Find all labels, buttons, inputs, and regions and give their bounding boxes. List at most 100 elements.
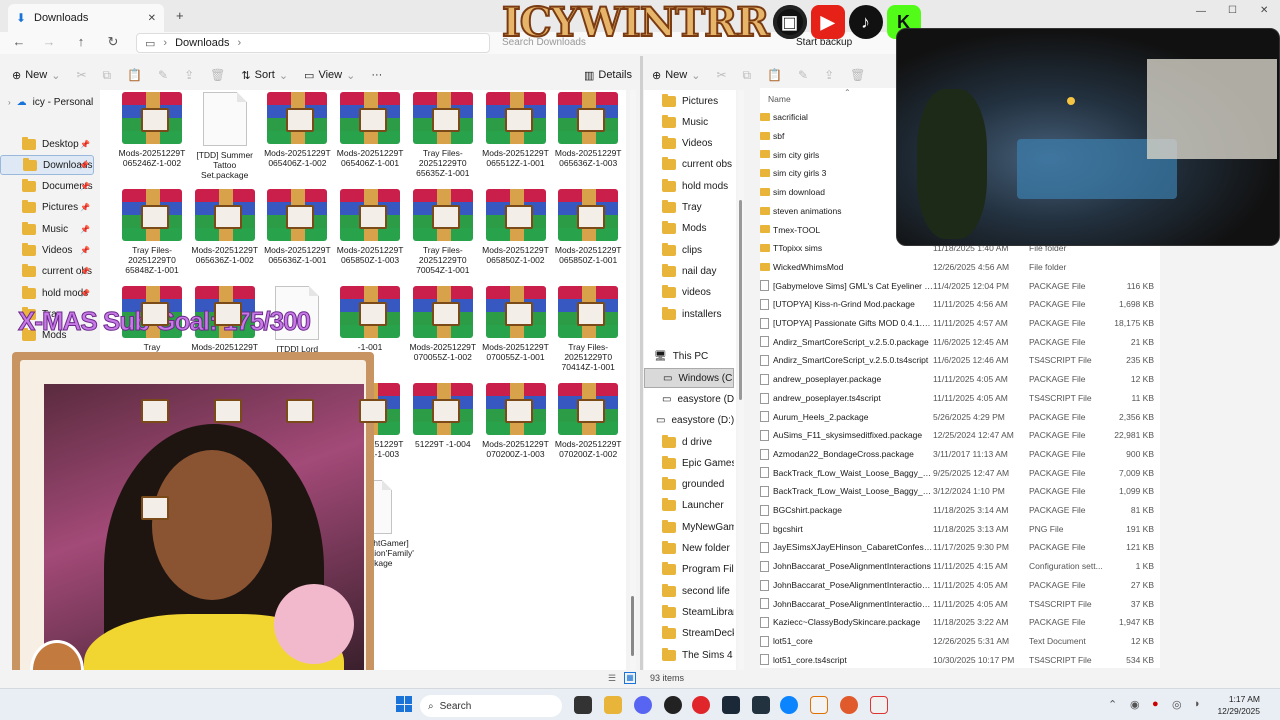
table-row[interactable]: andrew_poseplayer.package 11/11/2025 4:05… (760, 370, 1160, 389)
details-button[interactable]: ▥ Details (584, 69, 632, 82)
table-row[interactable]: Andirz_SmartCoreScript_v.2.5.0.ts4script… (760, 351, 1160, 370)
table-row[interactable]: Azmodan22_BondageCross.package 3/11/2017 … (760, 445, 1160, 464)
table-row[interactable]: bgcshirt 11/18/2025 3:13 AM PNG File 191 KB (760, 519, 1160, 538)
sidebar-item[interactable]: Launcher (644, 496, 734, 516)
table-row[interactable]: WickedWhimsMod 12/26/2025 4:56 AM File fol… (760, 258, 1160, 277)
table-row[interactable]: [UTOPYA] Kiss-n-Grind Mod.package 11/11/2… (760, 295, 1160, 314)
obs-icon[interactable] (664, 696, 682, 714)
mic-icon[interactable]: ● (1152, 698, 1159, 710)
opera-icon[interactable] (692, 696, 710, 714)
file-tile[interactable]: Mods-20251229T 070055Z-1-001 (480, 286, 552, 382)
table-row[interactable]: [UTOPYA] Passionate Gifts MOD 0.4.1.pa..… (760, 314, 1160, 333)
view-button[interactable]: ▭ View ⌄ (304, 69, 355, 82)
tile-view-icon[interactable]: ▦ (624, 672, 636, 684)
table-row[interactable]: AuSims_F11_skysimseditfixed.package 12/25… (760, 426, 1160, 445)
sidebar-item[interactable]: StreamDeck (644, 624, 734, 644)
sidebar-item[interactable]: Videos (644, 134, 734, 154)
copy-icon[interactable]: ⧉ (743, 68, 752, 83)
sidebar-item[interactable]: videos (644, 283, 734, 303)
sidebar-item[interactable]: Music 📌 (0, 219, 94, 239)
table-row[interactable]: BackTrack_fLow_Waist_Loose_Baggy_De... 9/… (760, 463, 1160, 482)
sidebar-item[interactable]: Music (644, 112, 734, 132)
snipping-tool-icon[interactable] (870, 696, 888, 714)
table-row[interactable]: JohnBaccarat_PoseAlignmentInteraction...… (760, 594, 1160, 613)
new-button[interactable]: ⊕ New ⌄ (12, 69, 60, 82)
table-row[interactable]: lot51_core.ts4script 10/30/2025 10:17 PM T… (760, 650, 1160, 669)
minimize-button[interactable]: — (1196, 6, 1206, 17)
sidebar-item[interactable]: Tray (644, 198, 734, 218)
sidebar-item[interactable]: SteamLibrary (644, 602, 734, 622)
steam-icon[interactable] (722, 696, 740, 714)
breadcrumb[interactable]: ▭ › Downloads › (136, 33, 490, 53)
table-row[interactable]: Andirz_SmartCoreScript_v.2.5.0.package 11… (760, 332, 1160, 351)
sidebar-item[interactable]: MyNewGame (644, 517, 734, 537)
file-tile[interactable]: Mods-20251229T 065636Z-1-002 (189, 189, 261, 285)
sidebar-item[interactable]: grounded (644, 475, 734, 495)
ea-icon[interactable] (840, 696, 858, 714)
app-icon[interactable] (810, 696, 828, 714)
table-row[interactable]: [Gabymelove Sims] GML's Cat Eyeliner • .… (760, 276, 1160, 295)
sidebar-scrollbar[interactable] (738, 90, 744, 670)
table-row[interactable]: Aurum_Heels_2.package 5/26/2025 4:29 PM PA… (760, 407, 1160, 426)
cut-icon[interactable]: ✂ (76, 68, 86, 82)
sidebar-item[interactable]: Mods (644, 219, 734, 239)
maximize-button[interactable]: ☐ (1228, 5, 1237, 16)
file-explorer-icon[interactable] (604, 696, 622, 714)
table-row[interactable]: JohnBaccarat_PoseAlignmentInteractions 11… (760, 557, 1160, 576)
sidebar-item[interactable]: installers (644, 304, 734, 324)
list-view-icon[interactable]: ☰ (608, 673, 616, 684)
new-tab-button[interactable]: + (176, 8, 184, 23)
table-row[interactable]: lot51_core 12/26/2025 5:31 AM Text Documen… (760, 632, 1160, 651)
paste-icon[interactable]: 📋 (767, 68, 782, 82)
sidebar-item[interactable]: hold mods 📌 (0, 283, 94, 303)
network-icon[interactable]: ◎ (1172, 698, 1182, 711)
file-tile[interactable]: Mods-20251229T 065850Z-1-001 (552, 189, 624, 285)
sidebar-item[interactable]: d drive (644, 432, 734, 452)
sidebar-item[interactable]: The Sims 4 (644, 645, 734, 665)
cut-icon[interactable]: ✂ (716, 68, 726, 82)
forward-arrow-icon[interactable]: → (38, 34, 60, 52)
table-row[interactable]: andrew_poseplayer.ts4script 11/11/2025 4:… (760, 389, 1160, 408)
sidebar-item[interactable]: ▭ easystore (D:) (644, 389, 734, 409)
refresh-icon[interactable]: ↻ (102, 34, 124, 52)
sidebar-item[interactable]: Downloads 📌 (0, 155, 94, 176)
new-button-right[interactable]: ⊕ New ⌄ (652, 69, 700, 82)
file-tile[interactable]: 51229T -1-004 (407, 383, 479, 479)
pane-divider[interactable] (640, 56, 643, 688)
more-button[interactable]: ··· (371, 69, 382, 81)
sidebar-item[interactable]: Pictures 📌 (0, 198, 94, 218)
file-tile[interactable]: Mods-20251229T 065246Z-1-002 (116, 92, 188, 188)
terminal-icon[interactable] (752, 696, 770, 714)
sidebar-item[interactable]: current obs fi📌 (0, 262, 94, 282)
wifi-icon[interactable]: ◉ (1130, 698, 1140, 711)
sidebar-item[interactable]: Pictures (644, 91, 734, 111)
rename-icon[interactable]: ✎ (798, 68, 808, 82)
file-tile[interactable]: Mods-20251229T 065636Z-1-003 (552, 92, 624, 188)
volume-icon[interactable]: ◗ (1194, 698, 1201, 710)
sidebar-item[interactable]: second life (644, 581, 734, 601)
sidebar-item[interactable]: hold mods (644, 176, 734, 196)
close-window-button[interactable]: ✕ (1260, 5, 1268, 16)
start-button[interactable] (396, 696, 412, 712)
delete-icon[interactable]: 🗑 (850, 68, 865, 82)
file-tile[interactable]: Mods-20251229T 065850Z-1-003 (334, 189, 406, 285)
file-tile[interactable]: Tray Files-20251229T0 70414Z-1-001 (552, 286, 624, 382)
paste-icon[interactable]: 📋 (127, 68, 142, 82)
back-arrow-icon[interactable]: ← (8, 34, 30, 52)
edge-icon[interactable] (780, 696, 798, 714)
rename-icon[interactable]: ✎ (158, 68, 168, 82)
file-tile[interactable]: Mods-20251229T 065512Z-1-001 (480, 92, 552, 188)
share-icon[interactable]: ⇪ (824, 68, 834, 82)
file-tile[interactable]: Mods-20251229T 070200Z-1-003 (480, 383, 552, 479)
file-tile[interactable]: Mods-20251229T 065406Z-1-002 (261, 92, 333, 188)
chevron-up-icon[interactable]: ⌃ (1108, 698, 1117, 711)
up-arrow-icon[interactable]: ↑ (70, 34, 92, 52)
sidebar-item[interactable]: Program Files (644, 560, 734, 580)
file-tile[interactable]: Tray Files-20251229T0 65635Z-1-001 (407, 92, 479, 188)
sidebar-item[interactable]: New folder (644, 539, 734, 559)
delete-icon[interactable]: 🗑 (210, 68, 225, 82)
breadcrumb-downloads[interactable]: Downloads (175, 37, 229, 49)
file-tile[interactable]: [TDD] Summer Tattoo Set.package (189, 92, 261, 188)
file-tile[interactable]: Mods-20251229T 065406Z-1-001 (334, 92, 406, 188)
sidebar-item[interactable]: Documents 📌 (0, 177, 94, 197)
